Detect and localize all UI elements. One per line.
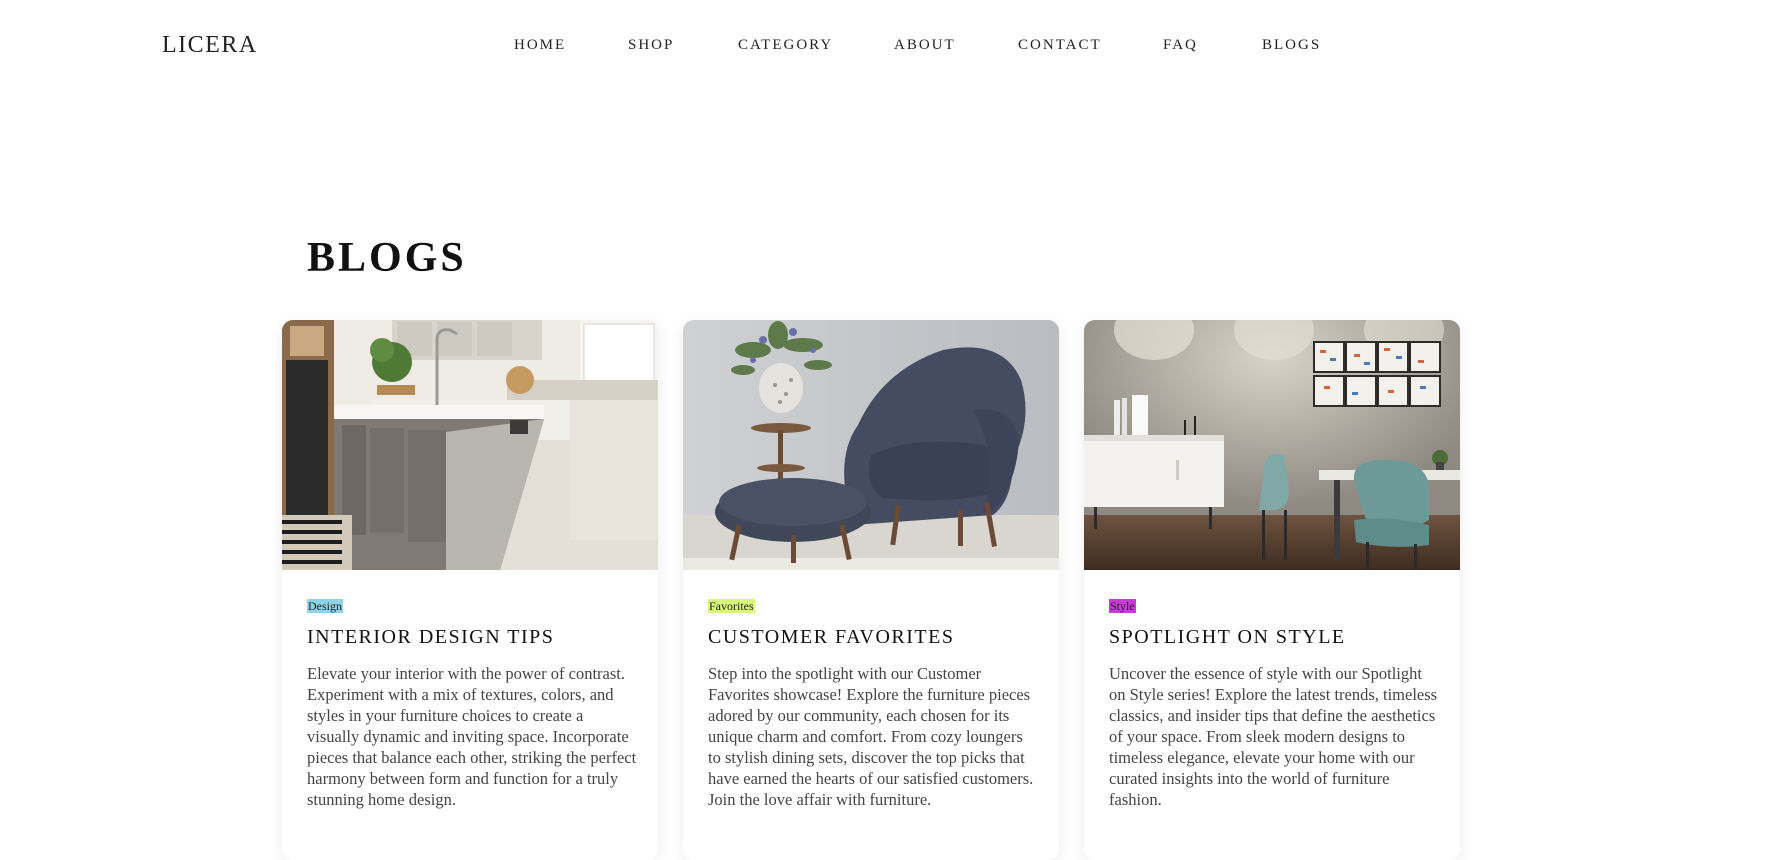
blog-card-excerpt: Elevate your interior with the power of …: [307, 664, 637, 809]
blog-card-title[interactable]: CUSTOMER FAVORITES: [708, 626, 955, 649]
blog-card-spotlight-on-style[interactable]: Style SPOTLIGHT ON STYLE Uncover the ess…: [1084, 320, 1460, 860]
blog-image-dining-room[interactable]: [1084, 320, 1460, 570]
blog-card-title[interactable]: INTERIOR DESIGN TIPS: [307, 626, 554, 649]
blog-image-lounge-chair[interactable]: [683, 320, 1059, 570]
blog-image-kitchen[interactable]: [282, 320, 658, 570]
category-tag[interactable]: Favorites: [708, 599, 755, 613]
nav-about[interactable]: ABOUT: [894, 37, 956, 54]
nav-home[interactable]: HOME: [514, 37, 566, 54]
nav-blogs[interactable]: BLOGS: [1262, 37, 1321, 54]
blogs-heading: BLOGS: [307, 235, 467, 281]
blog-card-customer-favorites[interactable]: Favorites CUSTOMER FAVORITES Step into t…: [683, 320, 1059, 860]
nav-shop[interactable]: SHOP: [628, 37, 674, 54]
category-tag[interactable]: Design: [307, 599, 343, 613]
site-header: LICERA HOME SHOP CATEGORY ABOUT CONTACT …: [0, 0, 1766, 96]
blog-card-interior-design[interactable]: Design INTERIOR DESIGN TIPS Elevate your…: [282, 320, 658, 860]
blog-card-excerpt: Step into the spotlight with our Custome…: [708, 664, 1034, 809]
category-tag[interactable]: Style: [1109, 599, 1136, 613]
blog-card-excerpt: Uncover the essence of style with our Sp…: [1109, 664, 1438, 809]
nav-contact[interactable]: CONTACT: [1018, 37, 1102, 54]
nav-category[interactable]: CATEGORY: [738, 37, 833, 54]
blog-card-title[interactable]: SPOTLIGHT ON STYLE: [1109, 626, 1346, 649]
nav-faq[interactable]: FAQ: [1163, 37, 1198, 54]
main-nav: HOME SHOP CATEGORY ABOUT CONTACT FAQ BLO…: [0, 37, 1766, 57]
